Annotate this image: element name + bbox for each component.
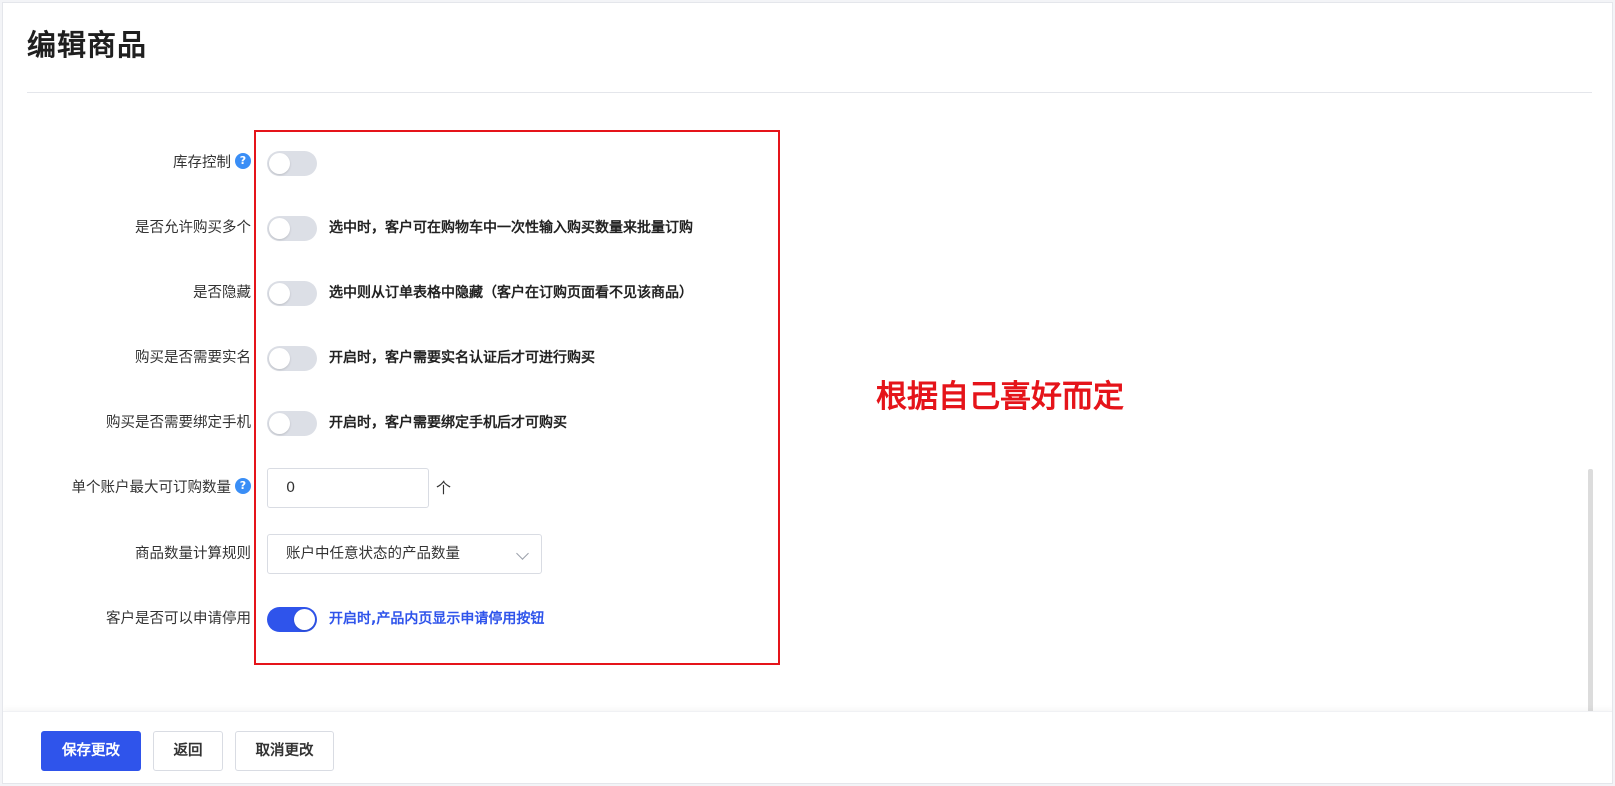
- require-realname-label: 购买是否需要实名: [135, 350, 251, 366]
- count-rule-label: 商品数量计算规则: [135, 546, 251, 562]
- toggle-knob: [269, 283, 290, 304]
- max-per-account-label-text: 单个账户最大可订购数量: [71, 480, 232, 496]
- allow-suspend-label: 客户是否可以申请停用: [106, 611, 251, 627]
- form-row-require-realname: 购买是否需要实名 开启时，客户需要实名认证后才可进行购买: [3, 338, 903, 378]
- allow-suspend-toggle[interactable]: [267, 607, 317, 632]
- require-phone-label: 购买是否需要绑定手机: [106, 415, 251, 431]
- require-phone-toggle[interactable]: [267, 411, 317, 436]
- toggle-knob: [294, 609, 315, 630]
- stock-control-label: 库存控制 ?: [173, 143, 251, 183]
- cancel-button[interactable]: 取消更改: [235, 731, 334, 771]
- max-per-account-label: 单个账户最大可订购数量 ?: [71, 468, 251, 508]
- require-phone-description: 开启时，客户需要绑定手机后才可购买: [329, 415, 567, 431]
- allow-multiple-description: 选中时，客户可在购物车中一次性输入购买数量来批量订购: [329, 220, 693, 236]
- max-per-account-unit: 个: [436, 479, 452, 497]
- count-rule-selected-value: 账户中任意状态的产品数量: [286, 546, 460, 562]
- allow-multiple-toggle[interactable]: [267, 216, 317, 241]
- count-rule-select[interactable]: 账户中任意状态的产品数量: [267, 534, 542, 574]
- page-title: 编辑商品: [27, 28, 148, 62]
- chevron-down-icon: [516, 547, 529, 560]
- help-icon[interactable]: ?: [235, 478, 251, 494]
- save-button[interactable]: 保存更改: [41, 731, 141, 771]
- form-row-require-phone: 购买是否需要绑定手机 开启时，客户需要绑定手机后才可购买: [3, 403, 903, 443]
- title-divider: [27, 92, 1592, 93]
- footer-action-bar: 保存更改 返回 取消更改: [3, 711, 1612, 783]
- form-row-max-per-account: 单个账户最大可订购数量 ? 个: [3, 468, 903, 508]
- hidden-label: 是否隐藏: [193, 285, 251, 301]
- form-row-allow-multiple: 是否允许购买多个 选中时，客户可在购物车中一次性输入购买数量来批量订购: [3, 208, 903, 248]
- stock-control-toggle[interactable]: [267, 151, 317, 176]
- form-row-count-rule: 商品数量计算规则 账户中任意状态的产品数量: [3, 534, 903, 574]
- toggle-knob: [269, 348, 290, 369]
- help-icon[interactable]: ?: [235, 153, 251, 169]
- form-row-allow-suspend: 客户是否可以申请停用 开启时,产品内页显示申请停用按钮: [3, 599, 903, 639]
- hidden-toggle[interactable]: [267, 281, 317, 306]
- form-row-hidden: 是否隐藏 选中则从订单表格中隐藏（客户在订购页面看不见该商品）: [3, 273, 903, 313]
- stock-control-label-text: 库存控制: [173, 155, 231, 171]
- back-button[interactable]: 返回: [153, 731, 223, 771]
- require-realname-description: 开启时，客户需要实名认证后才可进行购买: [329, 350, 595, 366]
- allow-multiple-label: 是否允许购买多个: [135, 220, 251, 236]
- form-row-stock-control: 库存控制 ?: [3, 143, 903, 183]
- require-realname-toggle[interactable]: [267, 346, 317, 371]
- edit-product-page: 编辑商品 库存控制 ? 是否允许购买多个 选中时，客户可在购物车中一次性输入购买…: [2, 2, 1613, 784]
- toggle-knob: [269, 413, 290, 434]
- scrollbar[interactable]: [1588, 469, 1593, 713]
- annotation-text: 根据自己喜好而定: [876, 379, 1124, 415]
- toggle-knob: [269, 153, 290, 174]
- allow-suspend-description: 开启时,产品内页显示申请停用按钮: [329, 611, 545, 627]
- max-per-account-input[interactable]: [267, 468, 429, 508]
- hidden-description: 选中则从订单表格中隐藏（客户在订购页面看不见该商品）: [329, 285, 693, 301]
- toggle-knob: [269, 218, 290, 239]
